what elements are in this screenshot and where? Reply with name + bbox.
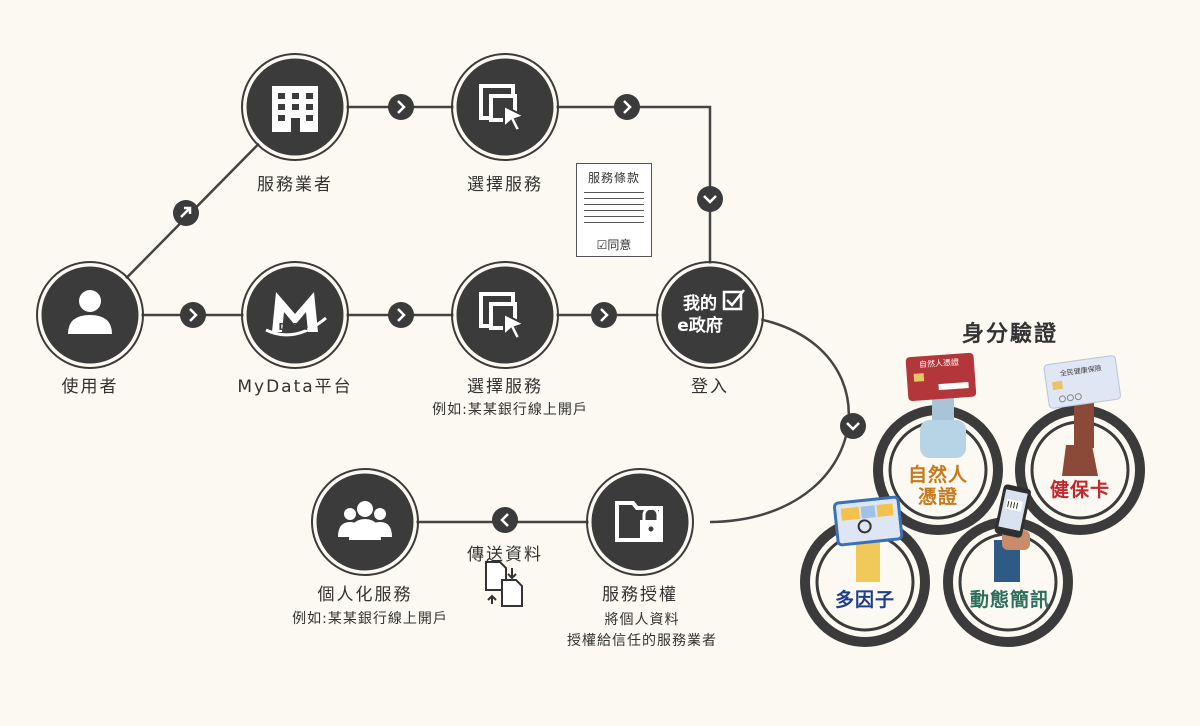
egov-label: 登入 [691,377,729,397]
identity-title: 身分驗證 [961,322,1059,347]
diagram-canvas: DATA 自然人憑證 全民健康保險 [36,53,1145,647]
select-service-mid-label: 選擇服務 [467,377,543,397]
select-service-top-label: 選擇服務 [467,175,543,195]
arrow-icon-1 [173,200,199,226]
select-service-mid-sub: 例如:某某銀行線上開戶 [432,402,588,418]
user-label: 使用者 [61,377,119,397]
citizen-cert-line2: 憑證 [917,486,959,508]
flow-diagram: DATA 自然人憑證 全民健康保險 使用者 服務業者 選擇服務 MyData平台… [0,0,1200,726]
arrow-icon-2 [180,302,206,328]
arrow-icon-7 [697,186,723,212]
terms-agree: ☑同意 [577,236,651,253]
mydata-node [241,261,349,369]
arrow-icon-4 [614,94,640,120]
arrow-icon-8 [840,413,866,439]
egov-inner-line1: 我的 [683,294,717,314]
personal-service-sub: 例如:某某銀行線上開戶 [292,611,448,627]
provider-node [241,53,349,161]
egov-inner-line2: e政府 [677,316,723,336]
terms-title: 服務條款 [587,171,640,185]
arrow-icon-3 [388,94,414,120]
egov-inner-text: 我的 e政府 [677,293,723,337]
dynamic-sms-label: 動態簡訊 [969,589,1051,611]
mydata-label: MyData平台 [237,377,353,397]
authorize-sub1: 將個人資料 [604,612,680,628]
select-service-mid-node [451,261,559,369]
personal-service-node [311,468,419,576]
multi-factor-label: 多因子 [834,589,896,611]
transfer-docs-icon [485,561,523,607]
terms-lines [584,192,644,223]
authorize-label: 服務授權 [602,585,678,605]
user-node [36,261,144,369]
terms-agree-text: 同意 [607,238,632,252]
citizen-cert-line1: 自然人 [907,464,969,486]
checkbox-icon: ☑ [596,238,608,252]
transfer-label: 傳送資料 [467,545,543,565]
select-service-top-node [451,53,559,161]
authorize-sub2: 授權給信任的服務業者 [567,633,717,649]
health-card-label: 健保卡 [1049,479,1111,501]
arrow-icon-6 [591,302,617,328]
provider-label: 服務業者 [257,175,333,195]
mydata-logo-text: DATA [278,322,307,333]
building-icon [272,86,318,132]
arrow-icon-9 [492,507,518,533]
citizen-cert-label: 自然人 憑證 [908,464,968,508]
terms-document: 服務條款 ☑同意 [576,163,652,257]
arrow-icon-5 [388,302,414,328]
personal-service-label: 個人化服務 [317,585,413,605]
authorize-node [586,468,694,576]
